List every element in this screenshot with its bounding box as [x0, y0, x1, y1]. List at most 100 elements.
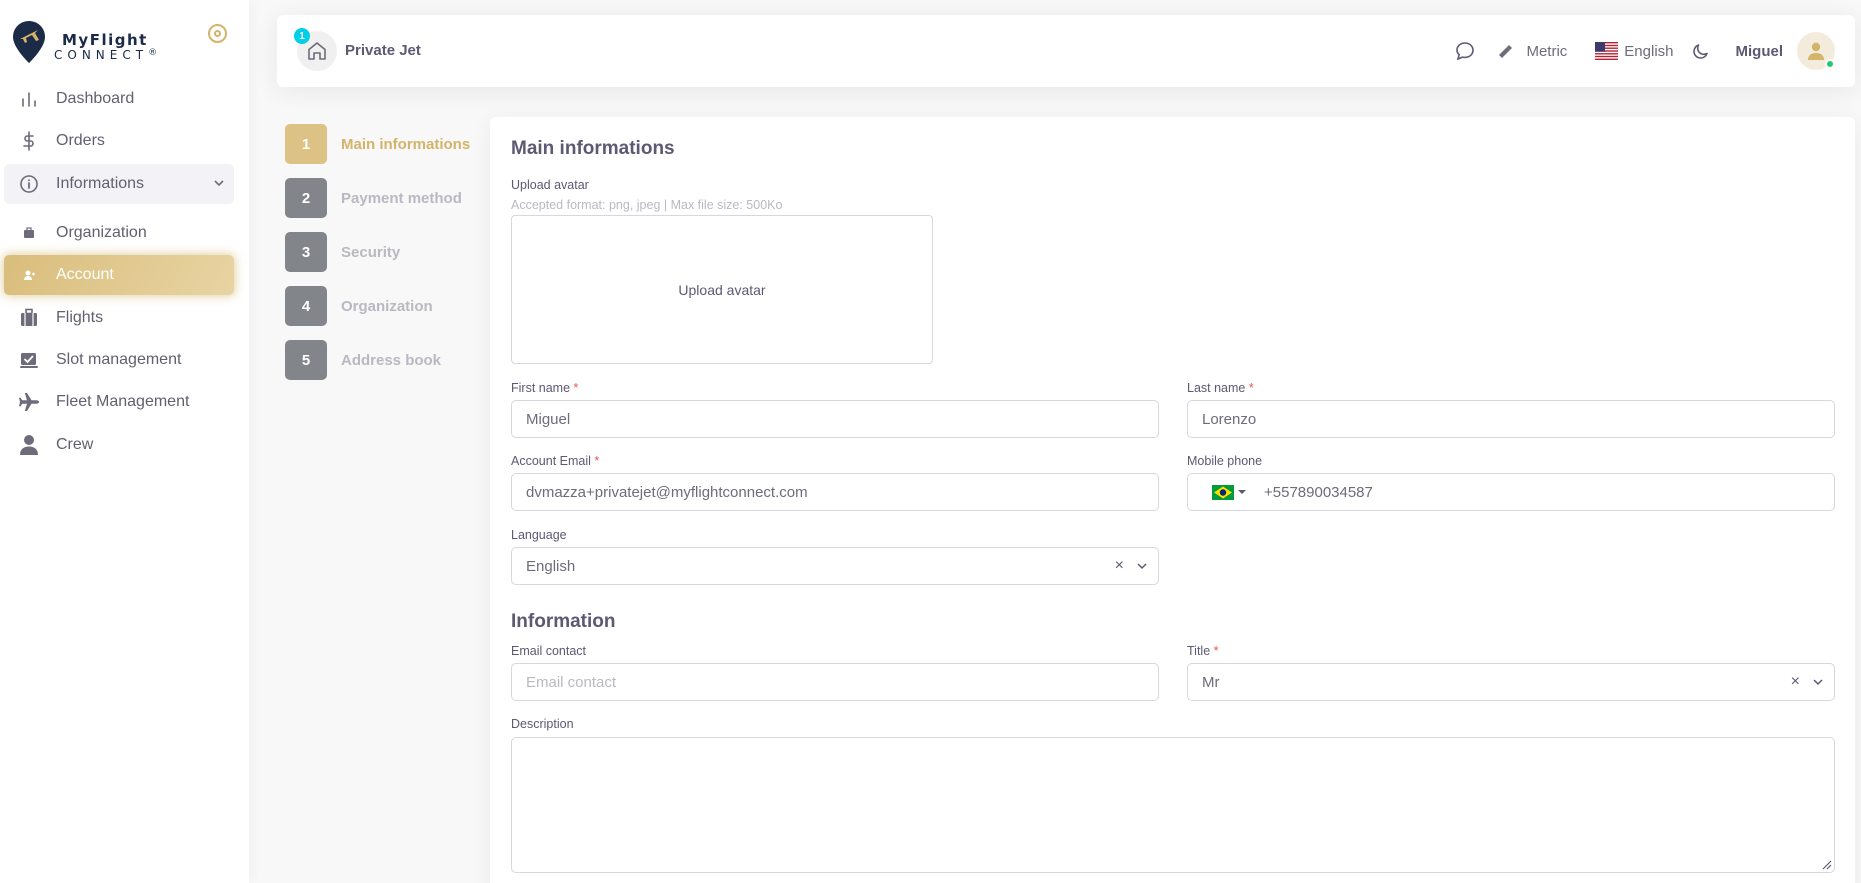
- sidebar-item-organization[interactable]: Organization: [4, 213, 234, 253]
- upload-avatar-label: Upload avatar: [511, 178, 589, 192]
- step-organization[interactable]: 4 Organization: [285, 286, 433, 326]
- bar-chart-icon: [18, 88, 40, 110]
- online-status-dot: [1825, 59, 1835, 69]
- sidebar-item-orders[interactable]: Orders: [4, 121, 234, 161]
- unit-system-label: Metric: [1526, 42, 1568, 60]
- sidebar-item-label: Crew: [56, 436, 94, 453]
- step-address-book[interactable]: 5 Address book: [285, 340, 441, 380]
- sidebar-item-label: Orders: [56, 132, 105, 149]
- mobile-phone-field[interactable]: +557890034587: [1187, 473, 1835, 511]
- form-title: Main informations: [511, 138, 675, 159]
- language-label: Language: [511, 528, 567, 542]
- plane-icon: [18, 391, 40, 413]
- step-label: Payment method: [341, 189, 462, 207]
- user-menu[interactable]: Miguel: [1735, 32, 1835, 70]
- chevron-down-icon: [1137, 563, 1147, 570]
- step-main-informations[interactable]: 1 Main informations: [285, 124, 470, 164]
- sidebar-item-informations[interactable]: Informations: [4, 164, 234, 204]
- briefcase-icon: [18, 222, 40, 244]
- person-icon: [18, 434, 40, 456]
- sidebar-item-crew[interactable]: Crew: [4, 425, 234, 465]
- description-label: Description: [511, 717, 574, 731]
- first-name-field[interactable]: Miguel: [511, 400, 1159, 438]
- brand-name: MyFlight: [62, 31, 148, 49]
- email-contact-field[interactable]: Email contact: [511, 663, 1159, 701]
- chevron-down-icon: [1813, 679, 1823, 686]
- step-number: 2: [285, 178, 327, 218]
- account-email-field[interactable]: dvmazza+privatejet@myflightconnect.com: [511, 473, 1159, 511]
- step-number: 5: [285, 340, 327, 380]
- sidebar-item-label: Dashboard: [56, 90, 135, 107]
- organization-name: Private Jet: [345, 42, 421, 59]
- last-name-label: Last name *: [1187, 381, 1254, 395]
- navbar-actions: Metric English Miguel: [1454, 15, 1835, 87]
- language-dropdown[interactable]: English: [1595, 42, 1674, 60]
- user-avatar-icon: [1808, 42, 1824, 60]
- sidebar-collapse-toggle[interactable]: [208, 24, 227, 43]
- info-circle-icon: [18, 173, 40, 195]
- step-number: 3: [285, 232, 327, 272]
- sidebar-item-label: Organization: [56, 224, 147, 241]
- step-number: 1: [285, 124, 327, 164]
- step-label: Security: [341, 243, 401, 261]
- chevron-down-icon: [214, 180, 224, 187]
- sidebar-item-label: Flights: [56, 309, 104, 326]
- first-name-label: First name *: [511, 381, 579, 395]
- us-flag-icon: [1595, 42, 1619, 60]
- chat-bubble-icon: [1456, 42, 1475, 61]
- sidebar-item-label: Informations: [56, 175, 145, 192]
- suitcase-icon: [18, 307, 40, 329]
- title-label: Title *: [1187, 644, 1219, 658]
- avatar: [1797, 32, 1835, 70]
- sidebar-item-fleet-management[interactable]: Fleet Management: [4, 382, 234, 422]
- notification-badge: 1: [294, 28, 310, 44]
- sidebar-item-account[interactable]: Account: [4, 255, 234, 295]
- moon-icon: [1692, 44, 1708, 59]
- top-navbar: 1 Private Jet Metric English Miguel: [277, 15, 1855, 87]
- sidebar-item-label: Fleet Management: [56, 393, 190, 410]
- country-code-dropdown[interactable]: [1212, 484, 1246, 500]
- mobile-phone-label: Mobile phone: [1187, 454, 1263, 468]
- upload-avatar-button-label: Upload avatar: [678, 281, 766, 298]
- email-contact-label: Email contact: [511, 644, 587, 658]
- sidebar-item-flights[interactable]: Flights: [4, 298, 234, 338]
- unit-system-toggle[interactable]: Metric: [1496, 42, 1567, 60]
- description-textarea[interactable]: [511, 737, 1835, 873]
- account-form-card: Main informations Upload avatar Accepted…: [490, 117, 1855, 883]
- home-icon: [308, 42, 326, 60]
- language-select[interactable]: English ×: [511, 547, 1159, 585]
- language-label: English: [1624, 42, 1674, 60]
- sidebar: MyFlight CONNECT® Dashboard Orders Infor…: [0, 0, 249, 883]
- brazil-flag-icon: [1212, 484, 1234, 500]
- step-number: 4: [285, 286, 327, 326]
- user-name: Miguel: [1735, 42, 1784, 60]
- sidebar-item-label: Slot management: [56, 351, 182, 368]
- information-section-title: Information: [511, 611, 616, 632]
- map-pin-plane-logo-icon: [13, 21, 45, 63]
- account-email-label: Account Email *: [511, 454, 600, 468]
- step-payment-method[interactable]: 2 Payment method: [285, 178, 462, 218]
- ruler-icon: [1499, 45, 1513, 58]
- step-label: Main informations: [341, 135, 471, 153]
- sidebar-item-label: Account: [56, 266, 114, 283]
- clear-language-icon[interactable]: ×: [1115, 557, 1124, 575]
- brand-subtitle: CONNECT®: [54, 48, 158, 62]
- caret-down-icon: [1238, 490, 1246, 494]
- step-label: Address book: [341, 351, 442, 369]
- user-small-icon: [18, 264, 40, 286]
- clear-title-icon[interactable]: ×: [1791, 673, 1800, 691]
- upload-hint: Accepted format: png, jpeg | Max file si…: [511, 198, 783, 212]
- sidebar-item-slot-management[interactable]: Slot management: [4, 340, 234, 380]
- title-select[interactable]: Mr ×: [1187, 663, 1835, 701]
- sidebar-item-dashboard[interactable]: Dashboard: [4, 79, 234, 119]
- dark-mode-toggle[interactable]: [1692, 42, 1710, 60]
- chat-button[interactable]: [1454, 40, 1476, 62]
- step-security[interactable]: 3 Security: [285, 232, 400, 272]
- calendar-check-icon: [18, 349, 40, 371]
- upload-avatar-dropzone[interactable]: Upload avatar: [511, 215, 933, 364]
- dollar-icon: [18, 130, 40, 152]
- resize-handle-icon[interactable]: [1820, 858, 1832, 870]
- brand-logo-link[interactable]: MyFlight CONNECT®: [12, 18, 242, 68]
- last-name-field[interactable]: Lorenzo: [1187, 400, 1835, 438]
- step-label: Organization: [341, 297, 433, 315]
